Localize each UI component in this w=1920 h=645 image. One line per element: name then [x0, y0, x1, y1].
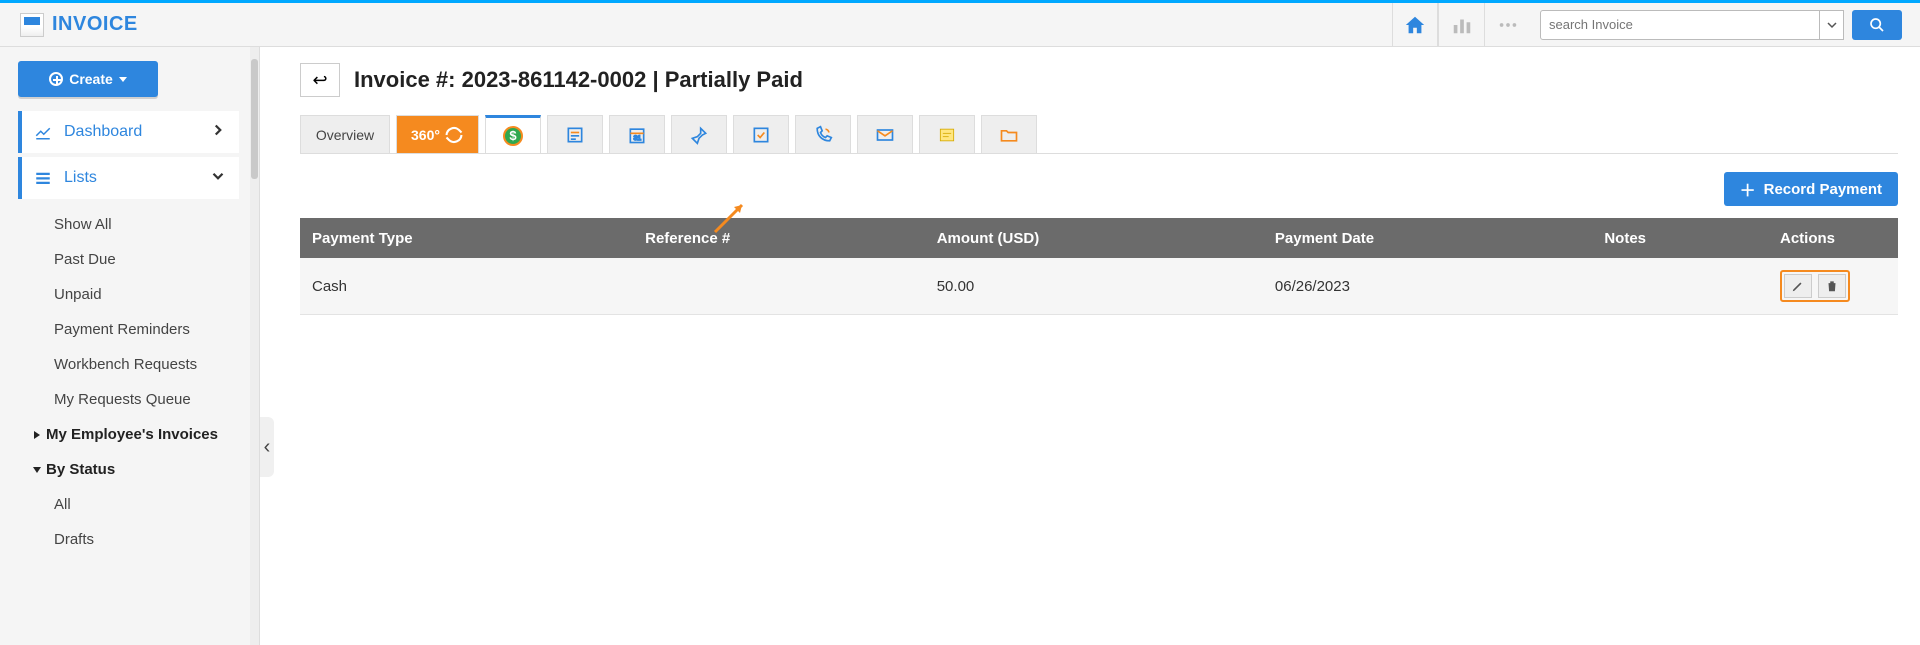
search-icon — [1869, 17, 1885, 33]
list-item-workbench-requests[interactable]: Workbench Requests — [18, 347, 249, 382]
page-title: Invoice #: 2023-861142-0002 | Partially … — [354, 67, 803, 93]
note-icon — [937, 125, 957, 145]
cell-amount: 50.00 — [925, 258, 1263, 315]
list-item-show-all[interactable]: Show All — [18, 207, 249, 242]
list-item-past-due[interactable]: Past Due — [18, 242, 249, 277]
tab-overview[interactable]: Overview — [300, 115, 390, 153]
chevron-right-icon — [209, 121, 227, 144]
app-title: INVOICE — [52, 13, 138, 36]
trash-icon — [1825, 279, 1839, 293]
col-payment-type[interactable]: Payment Type — [300, 218, 633, 258]
chevron-down-icon — [119, 77, 127, 82]
col-notes[interactable]: Notes — [1592, 218, 1768, 258]
cell-notes — [1592, 258, 1768, 315]
delete-payment-button[interactable] — [1818, 274, 1846, 298]
dollar-icon: $ — [503, 126, 523, 146]
cell-reference — [633, 258, 925, 315]
create-button[interactable]: Create — [18, 61, 158, 97]
chevron-right-icon — [34, 431, 40, 439]
list-item-my-requests-queue[interactable]: My Requests Queue — [18, 382, 249, 417]
chevron-down-icon — [33, 467, 41, 473]
chevron-down-icon — [1827, 20, 1837, 30]
tab-email[interactable] — [857, 115, 913, 153]
col-amount[interactable]: Amount (USD) — [925, 218, 1263, 258]
table-row: Cash 50.00 06/26/2023 — [300, 258, 1898, 315]
invoice-icon — [20, 13, 44, 37]
form-icon — [565, 125, 585, 145]
sidebar-group-employee-invoices[interactable]: My Employee's Invoices — [18, 417, 249, 452]
sidebar-label: Lists — [64, 169, 97, 187]
tab-calendar[interactable]: 31 — [609, 115, 665, 153]
tab-360[interactable]: 360° — [396, 115, 479, 153]
tab-notes[interactable] — [919, 115, 975, 153]
cell-actions — [1768, 258, 1898, 315]
cell-payment-type: Cash — [300, 258, 633, 315]
list-item-drafts[interactable]: Drafts — [18, 522, 249, 557]
svg-text:31: 31 — [634, 135, 642, 142]
sidebar-label: Dashboard — [64, 123, 142, 141]
bar-chart-icon — [1451, 14, 1473, 36]
tab-calls[interactable] — [795, 115, 851, 153]
tab-attachments[interactable] — [981, 115, 1037, 153]
mail-icon — [875, 125, 895, 145]
search-filter-dropdown[interactable] — [1820, 10, 1844, 40]
record-payment-button[interactable]: ＋ Record Payment — [1724, 172, 1898, 206]
search-input[interactable] — [1540, 10, 1820, 40]
search-button[interactable] — [1852, 10, 1902, 40]
detail-tabs: Overview 360° $ 31 — [300, 115, 1898, 154]
plus-icon: ＋ — [1740, 177, 1756, 201]
dots-icon — [1497, 14, 1519, 36]
sidebar-scrollbar[interactable] — [250, 47, 259, 645]
list-item-all[interactable]: All — [18, 487, 249, 522]
col-reference[interactable]: Reference # — [633, 218, 925, 258]
home-icon — [1404, 14, 1426, 36]
col-actions[interactable]: Actions — [1768, 218, 1898, 258]
sidebar-item-lists[interactable]: Lists — [18, 157, 239, 199]
plus-icon — [49, 72, 63, 86]
create-label: Create — [69, 71, 113, 87]
refresh-icon — [444, 125, 464, 145]
chevron-down-icon — [209, 167, 227, 190]
home-button[interactable] — [1392, 3, 1438, 47]
list-item-payment-reminders[interactable]: Payment Reminders — [18, 312, 249, 347]
calendar-icon: 31 — [627, 125, 647, 145]
payments-table: Payment Type Reference # Amount (USD) Pa… — [300, 218, 1898, 315]
checkbox-icon — [751, 125, 771, 145]
reports-button[interactable] — [1438, 3, 1484, 47]
tab-tasks[interactable] — [733, 115, 789, 153]
app-logo[interactable]: INVOICE — [20, 13, 138, 37]
pin-icon — [689, 125, 709, 145]
list-item-unpaid[interactable]: Unpaid — [18, 277, 249, 312]
list-icon — [34, 169, 54, 187]
folder-icon — [999, 125, 1019, 145]
chart-line-icon — [34, 123, 54, 141]
sidebar-group-by-status[interactable]: By Status — [18, 452, 249, 487]
more-menu-button[interactable] — [1484, 3, 1530, 47]
col-payment-date[interactable]: Payment Date — [1263, 218, 1592, 258]
back-button[interactable]: ↩ — [300, 63, 340, 97]
back-arrow-icon: ↩ — [312, 70, 327, 91]
sidebar-item-dashboard[interactable]: Dashboard — [18, 111, 239, 153]
edit-payment-button[interactable] — [1784, 274, 1812, 298]
tab-pin[interactable] — [671, 115, 727, 153]
phone-icon — [813, 125, 833, 145]
tab-details[interactable] — [547, 115, 603, 153]
sidebar-collapse-handle[interactable] — [260, 417, 274, 477]
pencil-icon — [1791, 279, 1805, 293]
tab-payments[interactable]: $ — [485, 115, 541, 153]
cell-date: 06/26/2023 — [1263, 258, 1592, 315]
